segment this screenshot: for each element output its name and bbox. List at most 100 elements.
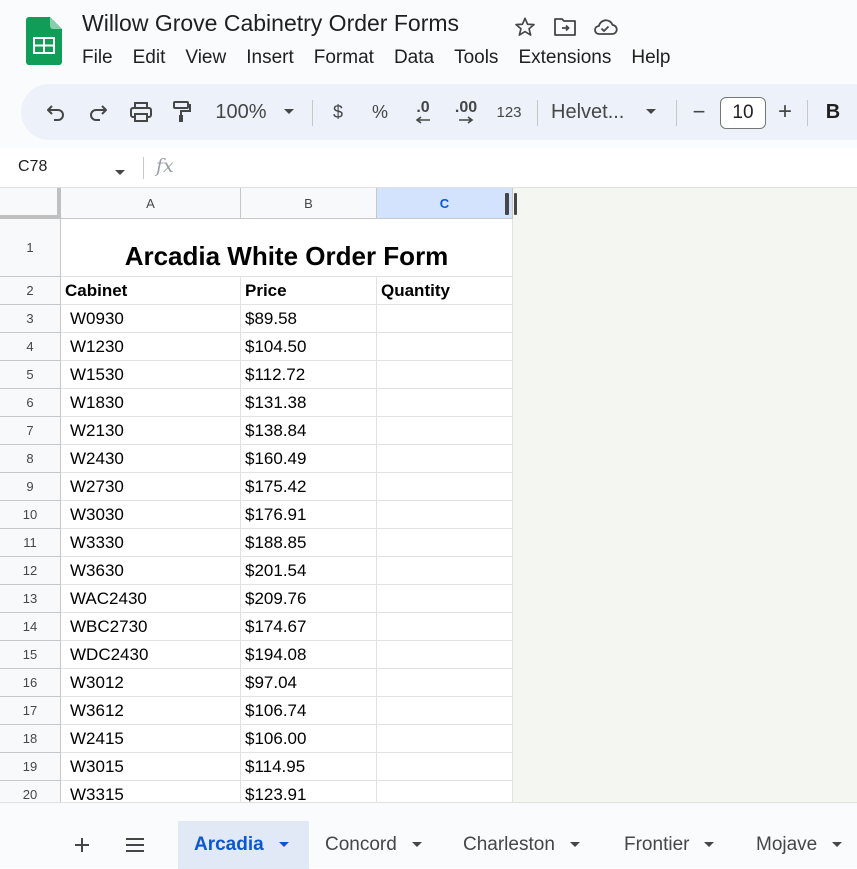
font-caret-icon[interactable] [641, 84, 661, 140]
header-quantity[interactable]: Quantity [377, 277, 513, 305]
cabinet-cell[interactable]: W3612 [61, 697, 241, 725]
price-cell[interactable]: $89.58 [241, 305, 377, 333]
quantity-cell[interactable] [377, 305, 513, 333]
zoom-select[interactable]: 100% [211, 84, 271, 140]
price-cell[interactable]: $194.08 [241, 641, 377, 669]
bold-button[interactable]: B [821, 84, 845, 140]
print-icon[interactable] [127, 84, 155, 140]
form-title[interactable]: Arcadia White Order Form [61, 219, 513, 277]
sheet-tab-concord[interactable]: Concord [309, 821, 447, 869]
column-header-c[interactable]: C [377, 188, 513, 219]
quantity-cell[interactable] [377, 781, 513, 802]
row-header[interactable]: 17 [0, 697, 61, 725]
cabinet-cell[interactable]: WAC2430 [61, 585, 241, 613]
menu-tools[interactable]: Tools [454, 47, 508, 69]
tab-caret-icon[interactable] [703, 841, 715, 849]
increase-decimal-button[interactable]: .00 [449, 84, 483, 140]
cabinet-cell[interactable]: W1230 [61, 333, 241, 361]
menu-extensions[interactable]: Extensions [518, 47, 621, 69]
row-header[interactable]: 13 [0, 585, 61, 613]
quantity-cell[interactable] [377, 417, 513, 445]
menu-edit[interactable]: Edit [133, 47, 176, 69]
row-header[interactable]: 16 [0, 669, 61, 697]
price-cell[interactable]: $209.76 [241, 585, 377, 613]
quantity-cell[interactable] [377, 641, 513, 669]
menu-help[interactable]: Help [631, 47, 680, 69]
menu-insert[interactable]: Insert [246, 47, 304, 69]
zoom-caret-icon[interactable] [279, 84, 299, 140]
price-cell[interactable]: $106.00 [241, 725, 377, 753]
price-cell[interactable]: $160.49 [241, 445, 377, 473]
header-price[interactable]: Price [241, 277, 377, 305]
row-header[interactable]: 12 [0, 557, 61, 585]
cabinet-cell[interactable]: W3630 [61, 557, 241, 585]
row-header[interactable]: 9 [0, 473, 61, 501]
quantity-cell[interactable] [377, 613, 513, 641]
row-header[interactable]: 1 [0, 219, 61, 277]
redo-icon[interactable] [85, 84, 111, 140]
name-box-caret-icon[interactable] [114, 164, 126, 182]
quantity-cell[interactable] [377, 501, 513, 529]
tab-caret-icon[interactable] [569, 841, 581, 849]
price-cell[interactable]: $104.50 [241, 333, 377, 361]
row-header[interactable]: 8 [0, 445, 61, 473]
header-cabinet[interactable]: Cabinet [61, 277, 241, 305]
decrease-decimal-button[interactable]: .0 [407, 84, 439, 140]
cabinet-cell[interactable]: WDC2430 [61, 641, 241, 669]
quantity-cell[interactable] [377, 361, 513, 389]
menu-view[interactable]: View [185, 47, 236, 69]
row-header[interactable]: 2 [0, 277, 61, 305]
menu-format[interactable]: Format [314, 47, 384, 69]
select-all-corner[interactable] [0, 188, 61, 219]
price-cell[interactable]: $138.84 [241, 417, 377, 445]
percent-format-button[interactable]: % [367, 84, 393, 140]
star-icon[interactable] [512, 14, 538, 40]
undo-icon[interactable] [43, 84, 69, 140]
quantity-cell[interactable] [377, 445, 513, 473]
increase-font-size-button[interactable]: + [773, 84, 797, 140]
cabinet-cell[interactable]: W3330 [61, 529, 241, 557]
name-box[interactable]: C78 [18, 158, 47, 176]
column-resize-handle[interactable] [514, 193, 517, 215]
price-cell[interactable]: $123.91 [241, 781, 377, 802]
price-cell[interactable]: $175.42 [241, 473, 377, 501]
row-header[interactable]: 6 [0, 389, 61, 417]
sheet-tab-frontier[interactable]: Frontier [608, 821, 740, 869]
row-header[interactable]: 5 [0, 361, 61, 389]
cabinet-cell[interactable]: W3015 [61, 753, 241, 781]
tab-caret-icon[interactable] [278, 841, 290, 849]
price-cell[interactable]: $114.95 [241, 753, 377, 781]
menu-data[interactable]: Data [394, 47, 444, 69]
tab-caret-icon[interactable] [831, 841, 843, 849]
cabinet-cell[interactable]: W2730 [61, 473, 241, 501]
cabinet-cell[interactable]: W3012 [61, 669, 241, 697]
sheet-tab-charleston[interactable]: Charleston [447, 821, 607, 869]
sheets-logo-icon[interactable] [26, 17, 62, 65]
font-family-select[interactable]: Helvet... [551, 84, 631, 140]
paint-format-icon[interactable] [169, 84, 195, 140]
column-header-b[interactable]: B [241, 188, 377, 219]
font-size-input[interactable]: 10 [720, 97, 766, 129]
all-sheets-menu-icon[interactable] [118, 821, 152, 869]
quantity-cell[interactable] [377, 557, 513, 585]
price-cell[interactable]: $97.04 [241, 669, 377, 697]
row-header[interactable]: 11 [0, 529, 61, 557]
row-header[interactable]: 4 [0, 333, 61, 361]
number-format-button[interactable]: 123 [493, 84, 525, 140]
cabinet-cell[interactable]: W2130 [61, 417, 241, 445]
cabinet-cell[interactable]: W2415 [61, 725, 241, 753]
price-cell[interactable]: $131.38 [241, 389, 377, 417]
quantity-cell[interactable] [377, 753, 513, 781]
quantity-cell[interactable] [377, 669, 513, 697]
quantity-cell[interactable] [377, 333, 513, 361]
row-header[interactable]: 18 [0, 725, 61, 753]
row-header[interactable]: 19 [0, 753, 61, 781]
row-header[interactable]: 20 [0, 781, 61, 802]
cabinet-cell[interactable]: W2430 [61, 445, 241, 473]
quantity-cell[interactable] [377, 529, 513, 557]
cabinet-cell[interactable]: WBC2730 [61, 613, 241, 641]
currency-format-button[interactable]: $ [327, 84, 349, 140]
quantity-cell[interactable] [377, 389, 513, 417]
quantity-cell[interactable] [377, 585, 513, 613]
row-header[interactable]: 7 [0, 417, 61, 445]
